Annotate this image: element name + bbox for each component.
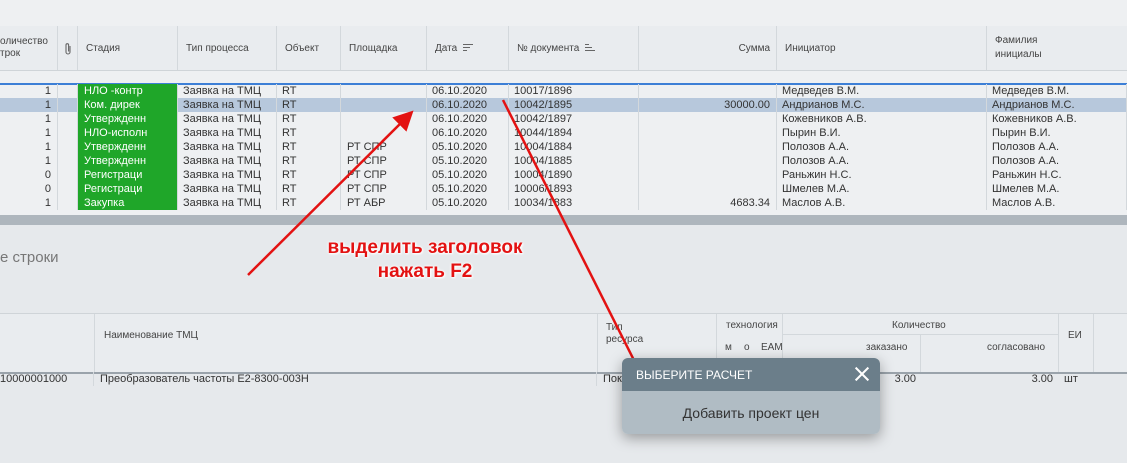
annotation-arrows: [247, 99, 658, 407]
annotation-text: выделить заголовок нажать F2: [300, 236, 550, 284]
annotation-line-1: выделить заголовок: [327, 237, 523, 258]
close-icon[interactable]: [852, 364, 872, 384]
dialog-header: ВЫБЕРИТЕ РАСЧЕТ: [622, 358, 880, 391]
annotation-line-2: нажать F2: [377, 261, 473, 282]
select-calculation-dialog: ВЫБЕРИТЕ РАСЧЕТ Добавить проект цен: [622, 358, 880, 434]
dialog-title: ВЫБЕРИТЕ РАСЧЕТ: [636, 367, 753, 382]
add-price-project-option[interactable]: Добавить проект цен: [622, 391, 880, 434]
